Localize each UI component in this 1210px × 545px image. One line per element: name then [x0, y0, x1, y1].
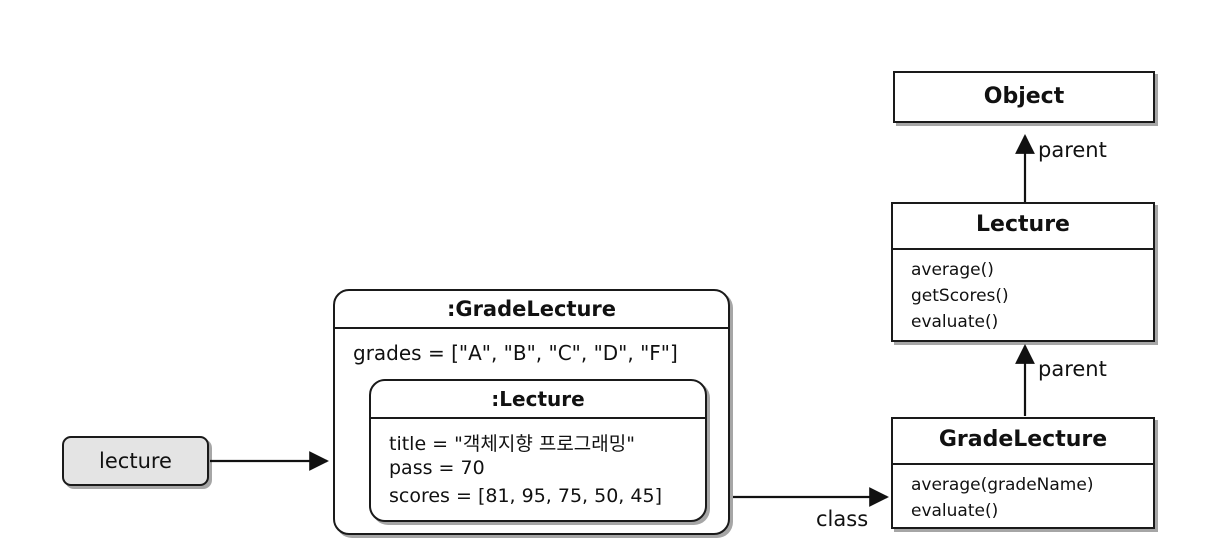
grade-lecture-method: average(gradeName) — [911, 475, 1094, 495]
grade-lecture-class-name: GradeLecture — [938, 427, 1108, 452]
grade-lecture-method: evaluate() — [911, 501, 999, 521]
lecture-class: Lecture average() getScores() evaluate() — [891, 202, 1155, 342]
instance-field: grades = ["A", "B", "C", "D", "F"] — [353, 341, 678, 365]
lecture-method: evaluate() — [911, 312, 999, 332]
grade-lecture-class: GradeLecture average(gradeName) evaluate… — [891, 417, 1155, 529]
variable-name: lecture — [99, 449, 172, 473]
lecture-part-title: :Lecture — [491, 387, 585, 411]
instance-title: :GradeLecture — [446, 297, 617, 321]
object-class-name: Object — [983, 84, 1065, 109]
grade-lecture-instance: :GradeLecture grades = ["A", "B", "C", "… — [333, 289, 730, 535]
object-class: Object — [893, 71, 1155, 123]
lecture-class-name: Lecture — [976, 212, 1070, 237]
lecture-part-field: pass = 70 — [389, 457, 485, 479]
lecture-part-field: scores = [81, 95, 75, 50, 45] — [389, 485, 662, 507]
variable-box: lecture — [62, 436, 209, 486]
lecture-method: getScores() — [911, 286, 1009, 306]
parent-label-lower: parent — [1038, 357, 1107, 381]
lecture-part: :Lecture title = "객체지향 프로그래밍" pass = 70 … — [369, 379, 707, 522]
lecture-part-field: title = "객체지향 프로그래밍" — [389, 433, 635, 455]
lecture-method: average() — [911, 260, 994, 280]
parent-label-upper: parent — [1038, 138, 1107, 162]
class-label: class — [816, 507, 869, 531]
